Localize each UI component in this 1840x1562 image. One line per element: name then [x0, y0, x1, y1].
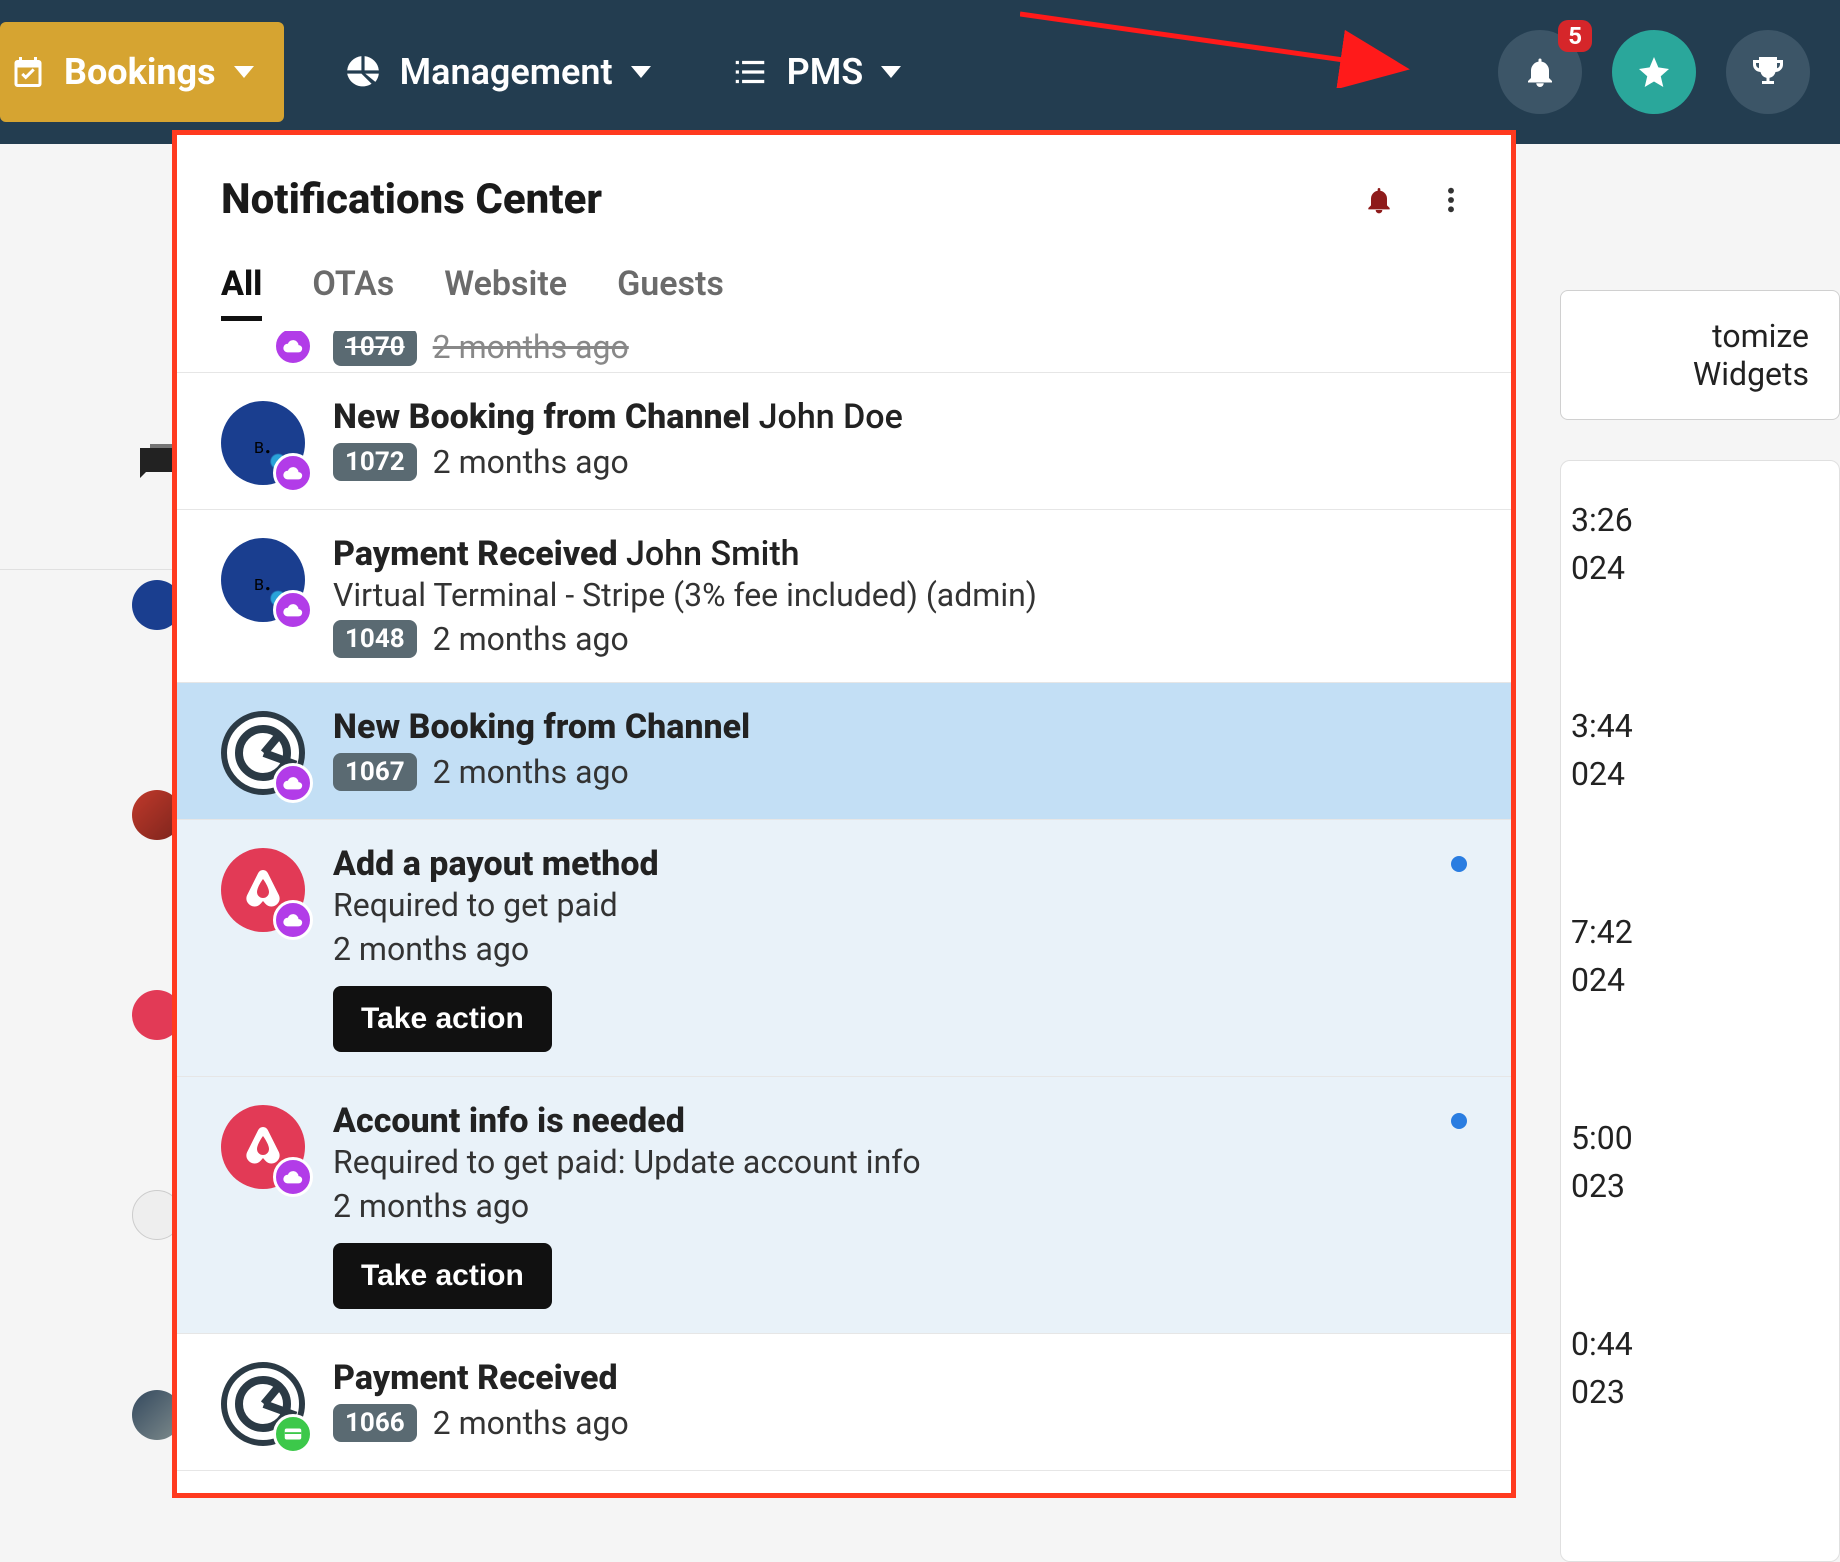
- notification-id-badge: 1072: [333, 443, 417, 481]
- notification-id-badge: 1048: [333, 620, 417, 658]
- notification-title: Payment Received: [333, 1358, 618, 1398]
- notification-item[interactable]: New Booking from Channel 1067 2 months ago: [177, 683, 1511, 820]
- notification-description: Required to get paid: Update account inf…: [333, 1143, 1467, 1181]
- panel-title: Notifications Center: [221, 175, 602, 224]
- bg-year: 024: [1571, 755, 1839, 793]
- notification-title: New Booking from Channel: [333, 397, 750, 437]
- notification-item[interactable]: Payment Received 1066 2 months ago: [177, 1334, 1511, 1471]
- notification-title: Account info is needed: [333, 1101, 685, 1141]
- nav-bookings-label: Bookings: [64, 51, 216, 93]
- notification-tabs: All OTAs Website Guests: [221, 264, 1467, 321]
- bg-time: 5:00: [1571, 1119, 1839, 1157]
- notification-item[interactable]: 1070 2 months ago: [177, 331, 1511, 373]
- nav-pms[interactable]: PMS: [731, 51, 902, 93]
- more-vertical-icon[interactable]: [1435, 184, 1467, 216]
- cloud-badge-icon: [273, 763, 313, 803]
- take-action-button[interactable]: Take action: [333, 986, 552, 1052]
- cloud-badge-icon: [273, 331, 313, 366]
- card-badge-icon: [273, 1414, 313, 1454]
- notification-id-badge: 1066: [333, 1404, 417, 1442]
- calendar-check-icon: [10, 54, 46, 90]
- unread-dot-icon: [1451, 1113, 1467, 1129]
- favorites-button[interactable]: [1612, 30, 1696, 114]
- trophy-icon: [1750, 54, 1786, 90]
- notification-who: John Smith: [626, 534, 800, 574]
- bell-icon[interactable]: [1363, 184, 1395, 216]
- notification-time: 2 months ago: [433, 753, 629, 791]
- notification-time: 2 months ago: [433, 620, 629, 658]
- tab-otas[interactable]: OTAs: [312, 264, 394, 321]
- cloud-badge-icon: [273, 900, 313, 940]
- panel-pointer: [1403, 130, 1433, 135]
- bg-time: 3:26: [1571, 501, 1839, 539]
- notifications-button[interactable]: 5: [1498, 30, 1582, 114]
- notification-title: New Booking from Channel: [333, 707, 750, 747]
- achievements-button[interactable]: [1726, 30, 1810, 114]
- chevron-down-icon: [881, 66, 901, 78]
- cloud-badge-icon: [273, 590, 313, 630]
- bg-year: 023: [1571, 1373, 1839, 1411]
- notification-title: Add a payout method: [333, 844, 659, 884]
- notification-item[interactable]: Add a payout methodRequired to get paid 2…: [177, 820, 1511, 1077]
- nav-management-label: Management: [400, 51, 613, 93]
- pie-chart-icon: [344, 53, 382, 91]
- notification-time: 2 months ago: [333, 1187, 529, 1225]
- chevron-down-icon: [631, 66, 651, 78]
- notification-count-badge: 5: [1558, 20, 1592, 52]
- nav-management[interactable]: Management: [344, 51, 651, 93]
- notification-description: Required to get paid: [333, 886, 1467, 924]
- notification-item[interactable]: B.Payment Received John SmithVirtual Ter…: [177, 510, 1511, 683]
- notifications-panel: Notifications Center All OTAs Website Guest…: [172, 130, 1516, 1498]
- tab-website[interactable]: Website: [444, 264, 567, 321]
- notification-time: 2 months ago: [433, 331, 629, 366]
- notification-time: 2 months ago: [433, 443, 629, 481]
- bg-time: 3:44: [1571, 707, 1839, 745]
- bg-time: 7:42: [1571, 913, 1839, 951]
- top-nav: Bookings Management PMS 5: [0, 0, 1840, 144]
- bg-year: 024: [1571, 549, 1839, 587]
- notification-item[interactable]: B.New Booking from Channel John Doe10722…: [177, 373, 1511, 510]
- notification-description: Virtual Terminal - Stripe (3% fee includ…: [333, 576, 1467, 614]
- nav-pms-label: PMS: [787, 51, 864, 93]
- take-action-button[interactable]: Take action: [333, 1243, 552, 1309]
- tab-all[interactable]: All: [221, 264, 262, 321]
- notification-time: 2 months ago: [433, 1404, 629, 1442]
- cloud-badge-icon: [273, 1157, 313, 1197]
- notification-time: 2 months ago: [333, 930, 529, 968]
- notification-title: Payment Received: [333, 534, 618, 574]
- tab-guests[interactable]: Guests: [617, 264, 724, 321]
- bg-time: 0:44: [1571, 1325, 1839, 1363]
- notification-who: John Doe: [759, 397, 903, 437]
- list-check-icon: [731, 53, 769, 91]
- bell-icon: [1522, 54, 1558, 90]
- bg-right-partial: tomize Widgets 3:26 024 3:44 024 7:42 024 5:00…: [1560, 290, 1840, 1490]
- cloud-badge-icon: [273, 453, 313, 493]
- nav-right: 5: [1498, 30, 1810, 114]
- bg-year: 024: [1571, 961, 1839, 999]
- bg-left-partial: [0, 380, 190, 1480]
- customize-widgets-button[interactable]: tomize Widgets: [1560, 290, 1840, 420]
- star-icon: [1636, 54, 1672, 90]
- nav-bookings[interactable]: Bookings: [0, 22, 284, 122]
- unread-dot-icon: [1451, 856, 1467, 872]
- chevron-down-icon: [234, 66, 254, 78]
- notification-id-badge: 1070: [333, 331, 417, 366]
- notification-item[interactable]: Account info is neededRequired to get pa…: [177, 1077, 1511, 1334]
- notification-id-badge: 1067: [333, 753, 417, 791]
- bg-year: 023: [1571, 1167, 1839, 1205]
